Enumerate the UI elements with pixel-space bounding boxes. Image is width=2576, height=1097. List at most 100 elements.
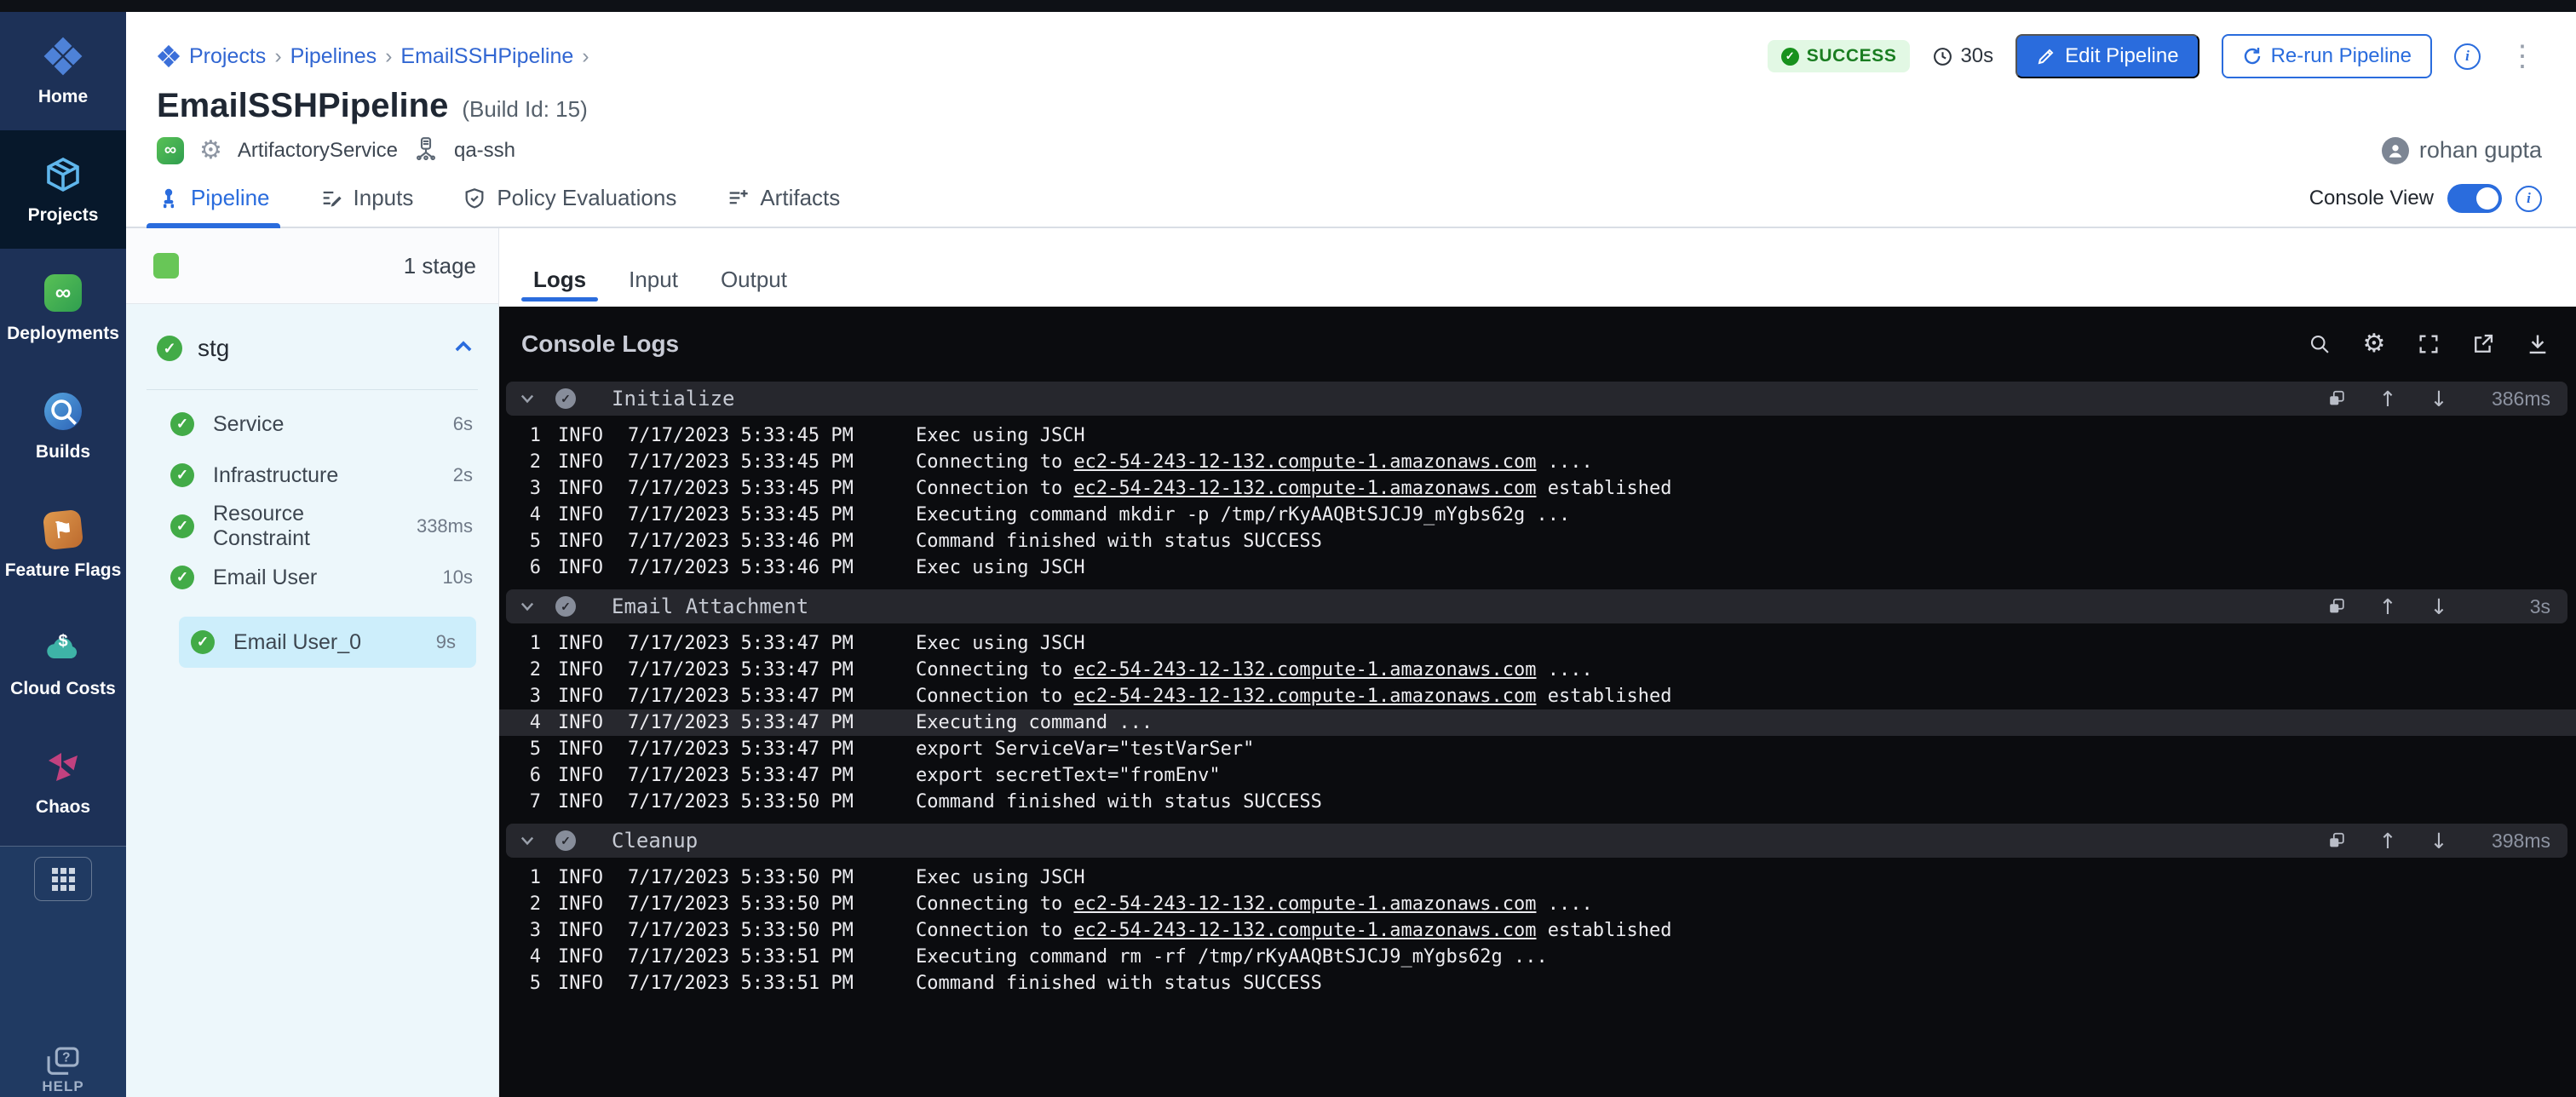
line-level: INFO [558, 531, 607, 552]
scroll-up-icon[interactable]: ↑ [2375, 594, 2401, 619]
more-options-kebab-icon[interactable]: ⋮ [2503, 48, 2542, 65]
line-level: INFO [558, 765, 607, 786]
host-link[interactable]: ec2-54-243-12-132.compute-1.amazonaws.co… [1073, 686, 1536, 707]
host-link[interactable]: ec2-54-243-12-132.compute-1.amazonaws.co… [1073, 920, 1536, 941]
tab-inputs[interactable]: Inputs [319, 185, 414, 227]
step-row-infrastructure[interactable]: ✓ Infrastructure 2s [126, 450, 498, 501]
breadcrumb-link[interactable]: Pipelines [290, 44, 377, 69]
host-link[interactable]: ec2-54-243-12-132.compute-1.amazonaws.co… [1073, 478, 1536, 499]
edit-pipeline-button[interactable]: Edit Pipeline [2015, 34, 2199, 78]
breadcrumb-link[interactable]: EmailSSHPipeline [400, 44, 573, 69]
scroll-down-icon[interactable]: ↓ [2426, 386, 2452, 411]
console-view-info-icon[interactable]: i [2516, 186, 2542, 212]
copy-icon[interactable] [2324, 386, 2349, 411]
sidebar-item-projects[interactable]: Projects [0, 130, 126, 249]
chevron-up-icon[interactable] [452, 336, 474, 362]
log-line: 2 INFO 7/17/2023 5:33:50 PM Connecting t… [506, 891, 2567, 917]
tab-label: Artifacts [760, 185, 840, 211]
scroll-down-icon[interactable]: ↓ [2426, 828, 2452, 853]
line-timestamp: 7/17/2023 5:33:50 PM [628, 893, 856, 915]
line-number: 1 [527, 633, 541, 654]
log-line: 3 INFO 7/17/2023 5:33:45 PM Connection t… [506, 475, 2567, 502]
step-duration: 2s [453, 464, 473, 486]
line-timestamp: 7/17/2023 5:33:45 PM [628, 504, 856, 526]
download-icon[interactable] [2525, 331, 2550, 357]
step-list: ✓ Service 6s✓ Infrastructure 2s✓ Resourc… [126, 399, 498, 668]
log-line: 3 INFO 7/17/2023 5:33:47 PM Connection t… [506, 683, 2567, 709]
stage-row-stg[interactable]: ✓ stg [126, 330, 498, 367]
host-link[interactable]: ec2-54-243-12-132.compute-1.amazonaws.co… [1073, 659, 1536, 681]
log-line: 5 INFO 7/17/2023 5:33:47 PM export Servi… [506, 736, 2567, 762]
copy-icon[interactable] [2324, 828, 2349, 853]
chevron-down-icon[interactable] [518, 597, 537, 616]
step-row-email-user[interactable]: ✓ Email User 10s [126, 552, 498, 603]
refresh-icon [2242, 46, 2263, 66]
line-level: INFO [558, 791, 607, 813]
tab-policy-evaluations[interactable]: Policy Evaluations [463, 185, 676, 227]
settings-gear-icon[interactable]: ⚙ [2361, 331, 2387, 357]
sidebar-item-builds[interactable]: Builds [0, 367, 126, 485]
module-grid-button[interactable] [34, 857, 92, 901]
section-success-icon: ✓ [555, 596, 576, 617]
log-line: 3 INFO 7/17/2023 5:33:50 PM Connection t… [506, 917, 2567, 944]
fullscreen-icon[interactable] [2416, 331, 2441, 357]
scroll-up-icon[interactable]: ↑ [2375, 386, 2401, 411]
host-link[interactable]: ec2-54-243-12-132.compute-1.amazonaws.co… [1073, 451, 1536, 473]
log-tab-input[interactable]: Input [629, 267, 678, 307]
section-duration: 3s [2477, 595, 2550, 618]
tab-artifacts[interactable]: Artifacts [726, 185, 840, 227]
clock-icon [1932, 46, 1953, 67]
build-id: (Build Id: 15) [462, 96, 587, 123]
line-level: INFO [558, 867, 607, 888]
log-line: 7 INFO 7/17/2023 5:33:50 PM Command fini… [506, 789, 2567, 815]
help-button[interactable]: ? HELP [0, 1046, 126, 1095]
status-check-icon: ✓ [1781, 48, 1799, 66]
search-icon[interactable] [2307, 331, 2332, 357]
tab-label: Policy Evaluations [497, 185, 676, 211]
rerun-pipeline-button[interactable]: Re-run Pipeline [2222, 34, 2432, 78]
line-number: 3 [527, 478, 541, 499]
user-avatar-icon [2382, 137, 2409, 164]
sidebar-item-chaos[interactable]: Chaos [0, 722, 126, 841]
sidebar-item-feature-flags[interactable]: ⚑ Feature Flags [0, 485, 126, 604]
log-section-header-email-attachment[interactable]: ✓ Email Attachment ↑↓ 3s [506, 589, 2567, 623]
breadcrumb-link[interactable]: Projects [189, 44, 266, 69]
log-line: 1 INFO 7/17/2023 5:33:50 PM Exec using J… [506, 864, 2567, 891]
scroll-up-icon[interactable]: ↑ [2375, 828, 2401, 853]
chevron-down-icon[interactable] [518, 831, 537, 850]
user-menu[interactable]: rohan gupta [2382, 137, 2542, 164]
log-line: 2 INFO 7/17/2023 5:33:45 PM Connecting t… [506, 449, 2567, 475]
copy-icon[interactable] [2324, 594, 2349, 619]
breadcrumb-separator: › [274, 44, 281, 69]
log-section-header-initialize[interactable]: ✓ Initialize ↑↓ 386ms [506, 382, 2567, 416]
step-row-service[interactable]: ✓ Service 6s [126, 399, 498, 450]
log-line: 4 INFO 7/17/2023 5:33:45 PM Executing co… [506, 502, 2567, 528]
tab-pipeline[interactable]: Pipeline [157, 185, 270, 227]
step-success-icon: ✓ [191, 630, 215, 654]
sidebar-item-label: Home [38, 87, 88, 107]
host-link[interactable]: ec2-54-243-12-132.compute-1.amazonaws.co… [1073, 893, 1536, 915]
status-badge: ✓ SUCCESS [1768, 40, 1911, 72]
log-line: 1 INFO 7/17/2023 5:33:45 PM Exec using J… [506, 422, 2567, 449]
line-timestamp: 7/17/2023 5:33:50 PM [628, 920, 856, 941]
sidebar-item-home[interactable]: Home [0, 12, 126, 130]
log-tab-output[interactable]: Output [721, 267, 787, 307]
sidebar-item-deployments[interactable]: ∞ Deployments [0, 249, 126, 367]
log-tab-logs[interactable]: Logs [533, 267, 586, 307]
log-section-header-cleanup[interactable]: ✓ Cleanup ↑↓ 398ms [506, 824, 2567, 858]
step-row-resource-constraint[interactable]: ✓ Resource Constraint 338ms [126, 501, 498, 552]
chevron-down-icon[interactable] [518, 389, 537, 408]
line-message: Command finished with status SUCCESS [916, 791, 1322, 813]
step-row-email-user_0[interactable]: ✓ Email User_0 9s [179, 617, 476, 668]
open-in-new-icon[interactable] [2470, 331, 2496, 357]
service-infra-row: ∞ ⚙ ArtifactoryService qa-ssh [157, 135, 515, 165]
line-level: INFO [558, 920, 607, 941]
scroll-down-icon[interactable]: ↓ [2426, 594, 2452, 619]
console-view-toggle[interactable] [2447, 184, 2502, 213]
line-timestamp: 7/17/2023 5:33:45 PM [628, 451, 856, 473]
harness-logo-icon [43, 36, 83, 77]
console-header: Console Logs ⚙ [499, 307, 2576, 378]
line-message: Connection to ec2-54-243-12-132.compute-… [916, 478, 1671, 499]
sidebar-item-cloud-costs[interactable]: $ Cloud Costs [0, 604, 126, 722]
rerun-info-icon[interactable]: i [2454, 43, 2481, 70]
